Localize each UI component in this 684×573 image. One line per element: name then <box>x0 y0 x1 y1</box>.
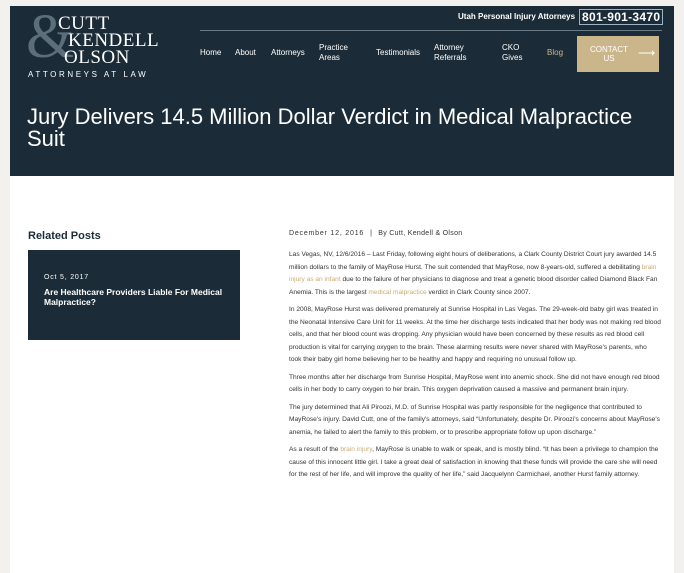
arrow-right-icon: ⟶ <box>638 46 656 60</box>
contact-us-button[interactable]: CONTACT US ⟶ <box>577 36 659 72</box>
brain-injury-link[interactable]: brain injury <box>340 446 372 453</box>
page-frame: & CUTT KENDELL OLSON ATTORNEYS AT LAW Ut… <box>10 6 674 573</box>
related-posts-heading: Related Posts <box>28 230 101 242</box>
related-post-title[interactable]: Are Healthcare Providers Liable For Medi… <box>44 287 224 307</box>
article-meta: December 12, 2016 | By Cutt, Kendell & Ols… <box>289 230 462 237</box>
nav-item-practice-areas[interactable]: Practice Areas <box>319 43 348 63</box>
meta-separator: | <box>370 230 373 237</box>
nav-item-cko-gives[interactable]: CKO Gives <box>502 43 522 63</box>
paragraph-text: Las Vegas, NV, 12/6/2016 – Last Friday, … <box>289 251 657 271</box>
article-date: December 12, 2016 <box>289 230 365 237</box>
site-header: & CUTT KENDELL OLSON ATTORNEYS AT LAW Ut… <box>10 6 674 176</box>
nav-item-about[interactable]: About <box>235 48 256 58</box>
nav-item-testimonials[interactable]: Testimonials <box>376 48 420 58</box>
contact-us-label: CONTACT US <box>589 45 629 63</box>
logo-tagline: ATTORNEYS AT LAW <box>28 70 149 79</box>
nav-item-home[interactable]: Home <box>200 48 221 58</box>
page-title: Jury Delivers 14.5 Million Dollar Verdic… <box>27 104 633 151</box>
article-paragraph: As a result of the brain injury, MayRose… <box>289 444 661 482</box>
article-paragraph: Las Vegas, NV, 12/6/2016 – Last Friday, … <box>289 249 661 299</box>
article-paragraph: Three months after her discharge from Su… <box>289 373 660 394</box>
phone-number-link[interactable]: 801-901-3470 <box>579 9 664 25</box>
article-paragraph: The jury determined that Ali Piroozi, M.… <box>289 403 660 436</box>
header-divider <box>200 30 662 31</box>
article-paragraph: In 2008, MayRose Hurst was delivered pre… <box>289 306 661 363</box>
firm-logo[interactable]: & CUTT KENDELL OLSON ATTORNEYS AT LAW <box>26 6 170 79</box>
medical-malpractice-link[interactable]: medical malpractice <box>368 289 426 296</box>
nav-item-attorneys[interactable]: Attorneys <box>271 48 305 58</box>
paragraph-text: verdict in Clark County since 2007. <box>426 288 531 296</box>
paragraph-text: As a result of the <box>289 446 341 453</box>
article-byline: By Cutt, Kendell & Olson <box>378 230 463 237</box>
logo-line-3: OLSON <box>64 47 130 68</box>
nav-item-attorney-referrals[interactable]: Attorney Referrals <box>434 43 466 63</box>
related-post-date: Oct 5, 2017 <box>44 274 89 281</box>
related-post-card[interactable]: Oct 5, 2017 Are Healthcare Providers Lia… <box>28 250 240 340</box>
nav-item-blog[interactable]: Blog <box>547 48 563 58</box>
phone-label: Utah Personal Injury Attorneys <box>458 12 576 21</box>
article-body: Las Vegas, NV, 12/6/2016 – Last Friday, … <box>289 249 661 487</box>
